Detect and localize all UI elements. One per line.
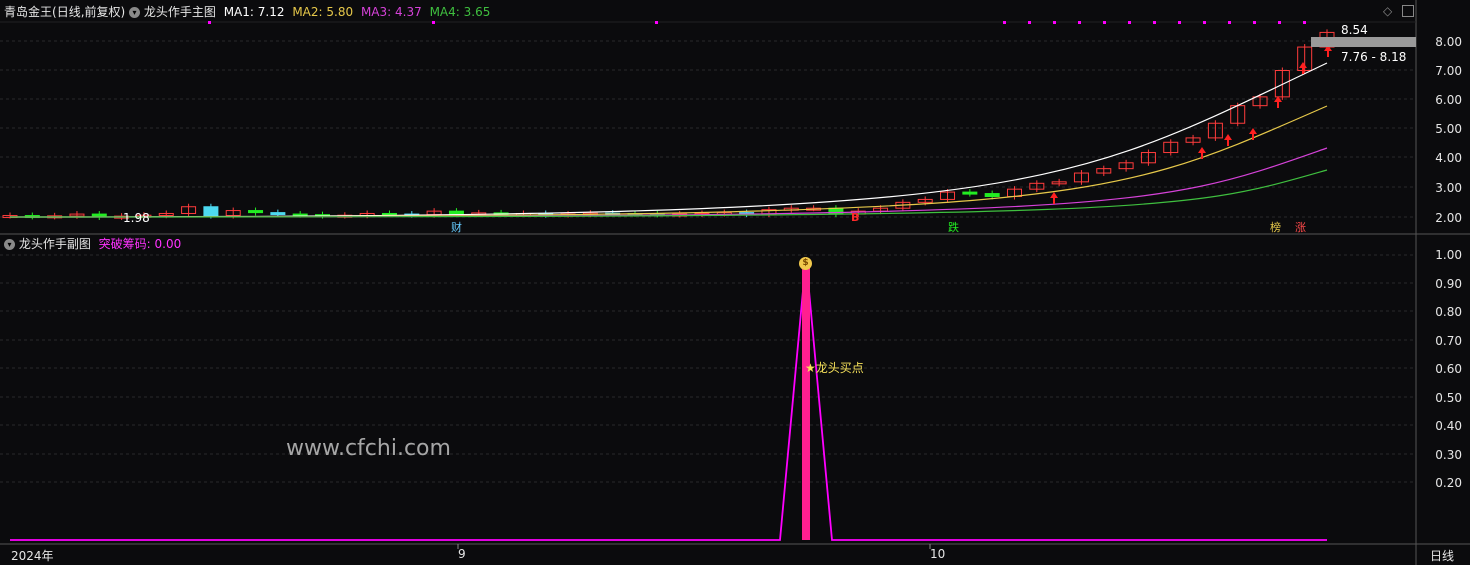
ma2-label: MA2: 5.80 [292,5,354,19]
marker-cai: 财 [451,221,462,234]
sub-panel-header: ▾ 龙头作手副图 突破筹码: 0.00 [4,237,181,251]
y-tick: 0.60 [1435,362,1462,376]
buy-point-label: ★龙头买点 [805,361,864,375]
signal-dot [1203,21,1206,24]
candle [248,210,264,214]
y-tick: 0.80 [1435,305,1462,319]
signal-dot [1253,21,1256,24]
y-tick: 3.00 [1435,181,1462,195]
signal-dot [1303,21,1306,24]
stock-name: 青岛金王 [4,5,53,19]
signal-dot [1003,21,1006,24]
candle [962,191,978,195]
buy-arrow-icon [1198,147,1206,159]
ma4-label: MA4: 3.65 [429,5,491,19]
signal-dot [655,21,658,24]
y-tick: 5.00 [1435,122,1462,136]
marker-b: B [851,211,860,224]
watermark: www.cfchi.com [286,436,451,461]
buy-arrow-icon [1224,134,1232,146]
y-tick: 0.90 [1435,277,1462,291]
marker-die: 跌 [948,221,959,234]
signal-dot [1153,21,1156,24]
diamond-icon[interactable]: ◇ [1383,4,1392,18]
y-tick: 7.00 [1435,64,1462,78]
signal-dot [1228,21,1231,24]
candle [203,206,219,217]
candle [270,212,286,216]
candle [448,210,464,215]
price-highlight-box [1311,37,1416,47]
buy-arrow-icon [1249,128,1257,140]
chart-app: 青岛金王(日线,前复权) ▾ 龙头作手主图 MA1: 7.12 MA2: 5.8… [0,0,1470,565]
candle [984,193,1000,197]
y-tick: 0.50 [1435,391,1462,405]
marker-zhang: 涨 [1295,221,1306,234]
period-button[interactable]: 日线 [1430,547,1454,564]
low-price-label: 1.98 [123,211,150,225]
ma1-line [9,62,1328,218]
y-tick: 4.00 [1435,151,1462,165]
breakout-line [10,257,1327,541]
sub-indicator-name[interactable]: 龙头作手副图 [19,237,91,251]
ma1-label: MA1: 7.12 [223,5,285,19]
ma3-label: MA3: 4.37 [360,5,422,19]
y-tick: 2.00 [1435,211,1462,225]
marker-bang: 榜 [1270,221,1281,234]
main-indicator-name[interactable]: 龙头作手主图 [144,5,216,19]
signal-dot [1128,21,1131,24]
signal-dot [208,21,211,24]
y-tick: 0.40 [1435,419,1462,433]
high-price-label: 8.54 [1341,23,1368,37]
money-bag-icon: $ [799,257,812,270]
indicator-menu-icon[interactable]: ▾ [129,7,141,18]
buy-arrow-icon [1050,192,1058,204]
x-label-year: 2024年 [11,549,54,563]
x-label-oct: 10 [930,547,946,561]
signal-dot [432,21,435,24]
signal-dot [1078,21,1081,24]
y-tick: 0.70 [1435,334,1462,348]
signal-dot [1278,21,1281,24]
signal-dot [1028,21,1031,24]
y-tick: 8.00 [1435,35,1462,49]
y-tick: 0.30 [1435,448,1462,462]
period-label: (日线,前复权) [52,5,126,19]
buy-arrow-icon [1274,96,1282,108]
range-label: 7.76 - 8.18 [1341,50,1407,64]
breakout-value: 突破筹码: 0.00 [98,237,182,251]
panel-toggle-icon[interactable] [1402,5,1414,17]
signal-dot [1053,21,1056,24]
signal-dot [1103,21,1106,24]
main-panel-header: 青岛金王(日线,前复权) ▾ 龙头作手主图 MA1: 7.12 MA2: 5.8… [4,5,490,19]
breakout-bar [802,262,810,540]
x-label-sep: 9 [458,547,466,561]
ma2-line [9,105,1328,218]
chart-canvas [0,0,1470,565]
buy-arrow-icon [1299,62,1307,74]
y-tick: 1.00 [1435,248,1462,262]
signal-dot [1178,21,1181,24]
y-tick: 0.20 [1435,476,1462,490]
y-tick: 6.00 [1435,93,1462,107]
indicator-menu-icon[interactable]: ▾ [4,239,15,250]
